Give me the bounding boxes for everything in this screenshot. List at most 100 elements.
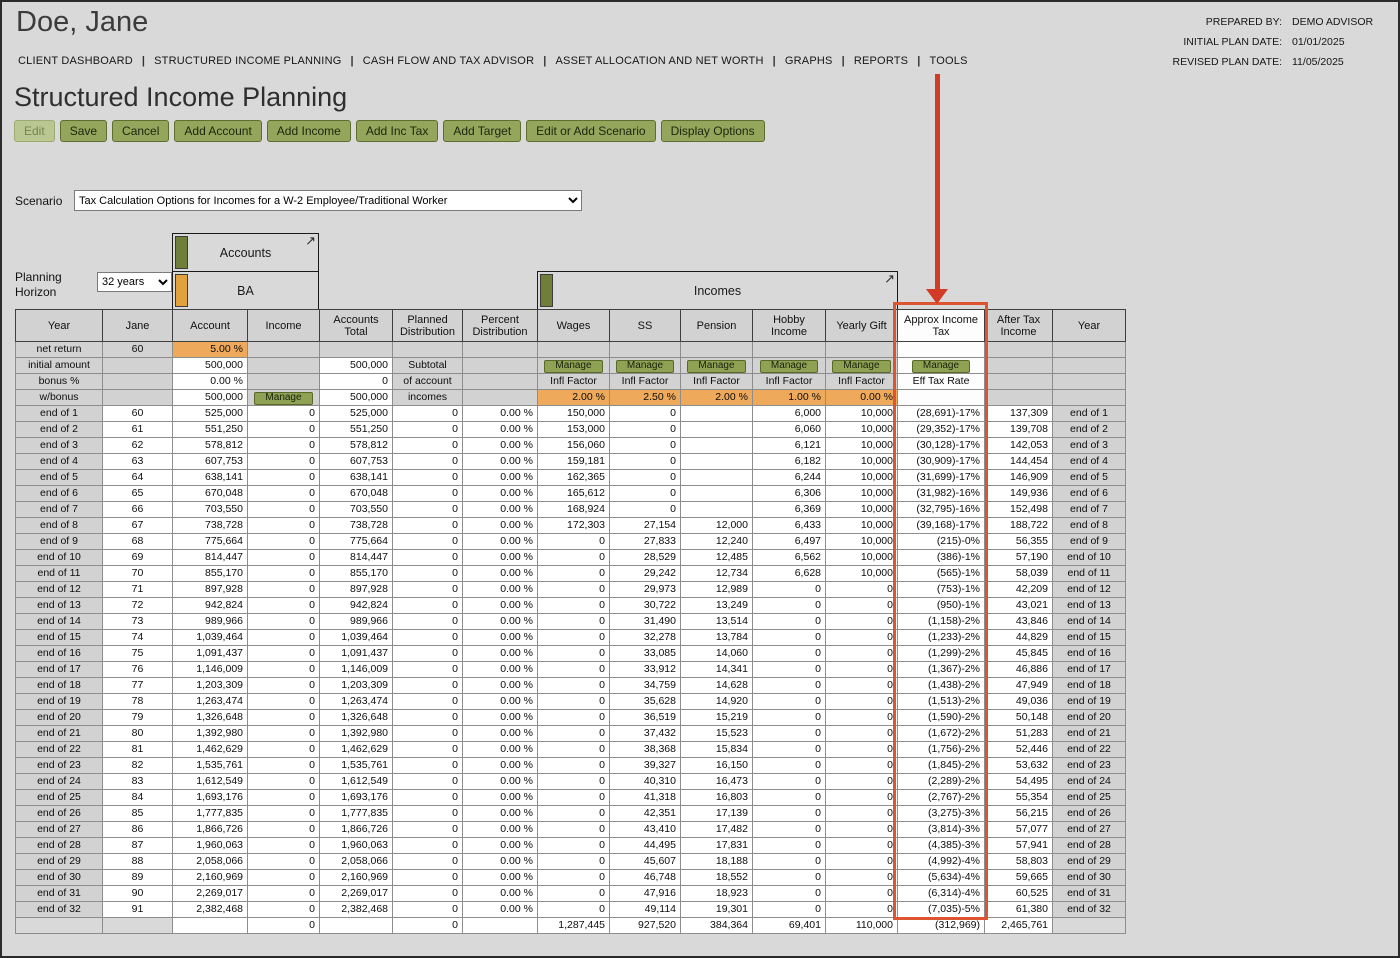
cell: (1,299)-2%	[897, 645, 985, 662]
manage-pension-button[interactable]: Manage	[687, 359, 746, 373]
cell: 0	[825, 661, 898, 678]
cell	[680, 453, 753, 470]
revised-plan-date-value: 11/05/2025	[1292, 56, 1344, 68]
display-options-button[interactable]: Display Options	[660, 120, 765, 142]
row-year-label: end of 8	[15, 517, 103, 534]
cell: 551,250	[172, 421, 248, 438]
nav-item-structured-income-planning[interactable]: STRUCTURED INCOME PLANNING	[152, 55, 343, 67]
cell: 0	[825, 789, 898, 806]
nav-item-graphs[interactable]: GRAPHS	[783, 55, 835, 67]
cell: 59,665	[984, 869, 1053, 886]
cell: 0	[537, 677, 610, 694]
nav-item-reports[interactable]: REPORTS	[852, 55, 910, 67]
cell	[462, 373, 538, 390]
column-header: Hobby Income	[752, 309, 826, 342]
cell: 0	[247, 709, 320, 726]
scenario-select[interactable]: Tax Calculation Options for Incomes for …	[74, 190, 582, 211]
row-year-label: end of 12	[15, 581, 103, 598]
manage-yearly-gift-button[interactable]: Manage	[832, 359, 891, 373]
expand-icon[interactable]: ↗	[884, 272, 895, 286]
row-year-label: end of 4	[15, 453, 103, 470]
cell: 0	[392, 821, 463, 838]
row-year-label: end of 10	[1052, 549, 1126, 566]
cell: 0	[752, 741, 826, 758]
expand-icon[interactable]: ↗	[305, 234, 316, 248]
cell: 0	[392, 757, 463, 774]
cell: 30,722	[609, 597, 681, 614]
cancel-button[interactable]: Cancel	[112, 120, 170, 142]
add-income-button[interactable]: Add Income	[266, 120, 351, 142]
cell: 0.00 %	[462, 645, 538, 662]
row-year-label: end of 6	[1052, 485, 1126, 502]
cell: 29,973	[609, 581, 681, 598]
edit-or-add-scenario-button[interactable]: Edit or Add Scenario	[526, 120, 656, 142]
row-year-label: end of 23	[15, 757, 103, 774]
cell: 72	[102, 597, 173, 614]
row-year-label: end of 16	[15, 645, 103, 662]
cell: 0.00 %	[462, 517, 538, 534]
cell: 638,141	[319, 469, 393, 486]
cell: 0	[537, 805, 610, 822]
cell: 70	[102, 565, 173, 582]
cell: 0.00 %	[462, 741, 538, 758]
net-return-rate-cell: 5.00 %	[172, 341, 248, 358]
row-year-label: end of 22	[15, 741, 103, 758]
manage-wages-button[interactable]: Manage	[544, 359, 603, 373]
cell: 0	[392, 581, 463, 598]
row-label: bonus %	[15, 373, 103, 390]
accounts-total-cell: 500,000	[319, 389, 393, 406]
cell: 738,728	[319, 517, 393, 534]
add-target-button[interactable]: Add Target	[443, 120, 522, 142]
cell: 1,091,437	[319, 645, 393, 662]
cell: 58,803	[984, 853, 1053, 870]
cell: 31,490	[609, 613, 681, 630]
add-account-button[interactable]: Add Account	[174, 120, 262, 142]
manage-hobby-income-button[interactable]: Manage	[759, 359, 819, 373]
cell: 0	[537, 629, 610, 646]
cell: 16,803	[680, 789, 753, 806]
cell: 0	[247, 725, 320, 742]
cell: 1,091,437	[172, 645, 248, 662]
cell: 2,382,468	[319, 901, 393, 918]
cell: 0.00 %	[462, 677, 538, 694]
cell: 0	[537, 613, 610, 630]
nav-item-cash-flow-and-tax-advisor[interactable]: CASH FLOW AND TAX ADVISOR	[361, 55, 536, 67]
cell: 150,000	[537, 405, 610, 422]
manage-ss-button[interactable]: Manage	[615, 359, 675, 373]
cell: (1,845)-2%	[897, 757, 985, 774]
cell: 33,912	[609, 661, 681, 678]
cell	[102, 357, 173, 374]
cell: 0	[392, 789, 463, 806]
cell: 1,960,063	[172, 837, 248, 854]
cell: 142,053	[984, 437, 1053, 454]
cell: 57,077	[984, 821, 1053, 838]
column-header: Year	[1052, 309, 1126, 342]
planning-horizon-select[interactable]: 32 years	[97, 272, 172, 292]
cell: 2,382,468	[172, 901, 248, 918]
row-year-label: end of 25	[1052, 789, 1126, 806]
save-button[interactable]: Save	[59, 120, 108, 142]
cell: 0.00 %	[462, 533, 538, 550]
table-body: net return 60 5.00 % initial amount 500,…	[15, 341, 1126, 934]
cell: 57,941	[984, 837, 1053, 854]
edit-button[interactable]: Edit	[14, 120, 55, 142]
nav-item-client-dashboard[interactable]: CLIENT DASHBOARD	[16, 55, 135, 67]
cell: 78	[102, 693, 173, 710]
row-year-label: end of 22	[1052, 741, 1126, 758]
nav-item-asset-allocation-and-net-worth[interactable]: ASSET ALLOCATION AND NET WORTH	[554, 55, 766, 67]
row-year-label: end of 27	[1052, 821, 1126, 838]
cell: 0	[609, 405, 681, 422]
cell: 84	[102, 789, 173, 806]
manage-income-tax-button[interactable]: Manage	[911, 359, 971, 373]
cell	[984, 389, 1053, 406]
table-row: end of 28 87 1,960,063 0 1,960,063 0 0.00 % 0 44…	[15, 837, 1126, 854]
nav-item-tools[interactable]: TOOLS	[928, 55, 970, 67]
total-cell: 384,364	[680, 917, 753, 934]
cell: (1,756)-2%	[897, 741, 985, 758]
add-inc-tax-button[interactable]: Add Inc Tax	[355, 120, 439, 142]
cell: 15,219	[680, 709, 753, 726]
row-year-label: end of 13	[15, 597, 103, 614]
nav-separator: |	[772, 55, 776, 67]
manage-income-button[interactable]: Manage	[254, 391, 313, 405]
cell: 0	[392, 405, 463, 422]
